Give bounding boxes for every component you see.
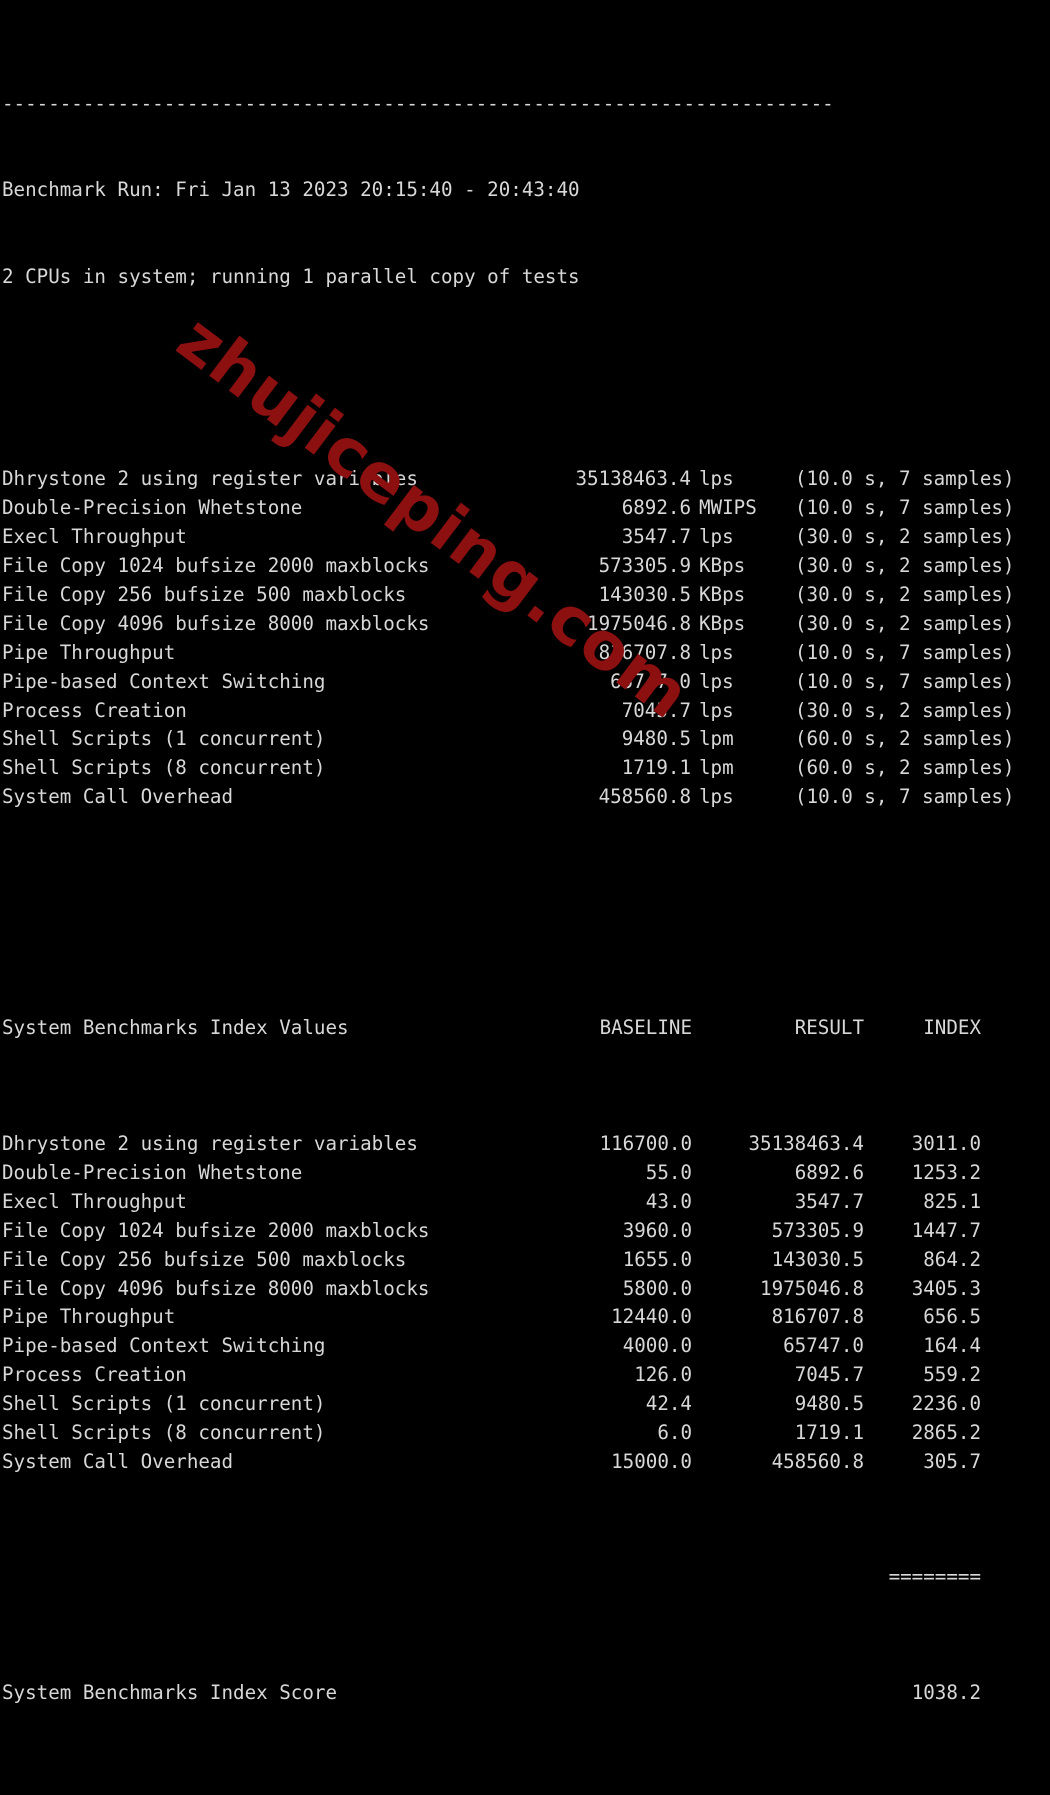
benchmark-value: 458560.8 (598, 785, 691, 809)
index-score-value: 1038.2 (911, 1681, 981, 1705)
index-row-index: 825.1 (923, 1189, 981, 1213)
benchmark-unit: lpm (699, 756, 734, 780)
benchmark-result-row: File Copy 1024 bufsize 2000 maxblocks 573… (2, 552, 1050, 581)
index-table-body: Dhrystone 2 using register variables 1167… (2, 1130, 1050, 1477)
benchmark-result-row: System Call Overhead 458560.8 lps (10.0 s, … (2, 783, 1050, 812)
benchmark-value: 65747.0 (610, 669, 691, 693)
benchmark-value: 573305.9 (598, 554, 691, 578)
benchmark-value: 816707.8 (598, 640, 691, 664)
benchmark-value: 7045.7 (621, 698, 691, 722)
index-row-index: 864.2 (923, 1247, 981, 1271)
index-row-index: 1447.7 (911, 1218, 981, 1242)
benchmark-samples: (30.0 s, 2 samples) (795, 611, 1015, 635)
index-row-index: 2236.0 (911, 1392, 981, 1416)
index-table-row: File Copy 256 bufsize 500 maxblocks 1655.… (2, 1246, 1050, 1275)
benchmark-run-line: Benchmark Run: Fri Jan 13 2023 20:15:40 … (2, 178, 580, 202)
blank-line-2 (2, 899, 1050, 928)
index-table-row: System Call Overhead 15000.0 458560.8 305.7 (2, 1448, 1050, 1477)
terminal-output: ----------------------------------------… (0, 0, 1050, 1704)
benchmark-result-row: Execl Throughput 3547.7 lps (30.0 s, 2 samp… (2, 523, 1050, 552)
benchmark-result-row: File Copy 256 bufsize 500 maxblocks 14303… (2, 581, 1050, 610)
index-table-row: Shell Scripts (8 concurrent) 6.0 1719.1 286… (2, 1419, 1050, 1448)
blank-line-1 (2, 350, 1050, 379)
index-row-index: 3011.0 (911, 1132, 981, 1156)
index-table-row: Pipe-based Context Switching 4000.0 65747.… (2, 1332, 1050, 1361)
benchmark-value: 9480.5 (621, 727, 691, 751)
benchmark-unit: KBps (699, 611, 746, 635)
benchmark-samples: (10.0 s, 7 samples) (795, 496, 1015, 520)
index-table-row: Shell Scripts (1 concurrent) 42.4 9480.5 22… (2, 1390, 1050, 1419)
benchmark-result-row: File Copy 4096 bufsize 8000 maxblocks 197… (2, 610, 1050, 639)
benchmark-unit: KBps (699, 583, 746, 606)
index-table-row: Pipe Throughput 12440.0 816707.8 656.5 (2, 1303, 1050, 1332)
benchmark-unit: KBps (699, 554, 746, 578)
benchmark-samples: (10.0 s, 7 samples) (795, 669, 1015, 693)
index-row-index: 2865.2 (911, 1420, 981, 1444)
header-index: INDEX (923, 1016, 981, 1040)
benchmark-value: 3547.7 (621, 525, 691, 549)
index-table-row: Double-Precision Whetstone 55.0 6892.6 1253… (2, 1159, 1050, 1188)
index-row-index: 1253.2 (911, 1160, 981, 1184)
benchmark-unit: lpm (699, 727, 734, 751)
index-row-index: 305.7 (923, 1449, 981, 1473)
benchmark-result-row: Shell Scripts (8 concurrent) 1719.1 lpm (60… (2, 754, 1050, 783)
benchmark-value: 35138463.4 (575, 467, 691, 491)
benchmark-value: 6892.6 (621, 496, 691, 520)
index-row-index: 3405.3 (911, 1276, 981, 1300)
benchmark-unit: lps (699, 467, 734, 491)
benchmark-result-row: Double-Precision Whetstone 6892.6 MWIPS (10… (2, 494, 1050, 523)
score-separator-row: ======== (2, 1563, 1050, 1592)
benchmark-unit: lps (699, 785, 734, 809)
benchmark-results-section: Dhrystone 2 using register variables 3513… (2, 465, 1050, 812)
benchmark-value: 1975046.8 (587, 611, 691, 635)
index-row-index: 656.5 (923, 1305, 981, 1329)
benchmark-samples: (10.0 s, 7 samples) (795, 785, 1015, 809)
index-table-row: Process Creation 126.0 7045.7 559.2 (2, 1361, 1050, 1390)
top-divider: ----------------------------------------… (2, 91, 834, 115)
benchmark-result-row: Pipe Throughput 816707.8 lps (10.0 s, 7 sam… (2, 639, 1050, 668)
benchmark-value: 143030.5 (598, 583, 691, 606)
benchmark-samples: (10.0 s, 7 samples) (795, 467, 1015, 491)
benchmark-samples: (30.0 s, 2 samples) (795, 525, 1015, 549)
index-table-row: Execl Throughput 43.0 3547.7 825.1 (2, 1188, 1050, 1217)
benchmark-unit: lps (699, 640, 734, 664)
benchmark-unit: lps (699, 525, 734, 549)
benchmark-samples: (60.0 s, 2 samples) (795, 727, 1015, 751)
index-score-row: System Benchmarks Index Score 1038.2 (2, 1679, 1050, 1708)
cpu-info-line: 2 CPUs in system; running 1 parallel cop… (2, 265, 580, 289)
index-row-index: 164.4 (923, 1334, 981, 1358)
benchmark-unit: lps (699, 698, 734, 722)
benchmark-samples: (30.0 s, 2 samples) (795, 583, 1015, 606)
index-table-row: File Copy 1024 bufsize 2000 maxblocks 396… (2, 1217, 1050, 1246)
benchmark-unit: lps (699, 669, 734, 693)
benchmark-result-row: Shell Scripts (1 concurrent) 9480.5 lpm (60… (2, 725, 1050, 754)
benchmark-samples: (60.0 s, 2 samples) (795, 756, 1015, 780)
benchmark-value: 1719.1 (621, 756, 691, 780)
benchmark-unit: MWIPS (699, 496, 757, 520)
benchmark-samples: (10.0 s, 7 samples) (795, 640, 1015, 664)
benchmark-result-row: Pipe-based Context Switching 65747.0 lps (1… (2, 668, 1050, 697)
benchmark-samples: (30.0 s, 2 samples) (795, 698, 1015, 722)
index-table-row: File Copy 4096 bufsize 8000 maxblocks 580… (2, 1275, 1050, 1304)
benchmark-samples: (30.0 s, 2 samples) (795, 554, 1015, 578)
index-table-row: Dhrystone 2 using register variables 1167… (2, 1130, 1050, 1159)
benchmark-result-row: Dhrystone 2 using register variables 3513… (2, 465, 1050, 494)
index-row-index: 559.2 (923, 1363, 981, 1387)
benchmark-result-row: Process Creation 7045.7 lps (30.0 s, 2 samp… (2, 697, 1050, 726)
equals-separator: ======== (888, 1565, 981, 1589)
index-table-header: System Benchmarks Index Values BASELINE … (2, 1014, 1050, 1043)
